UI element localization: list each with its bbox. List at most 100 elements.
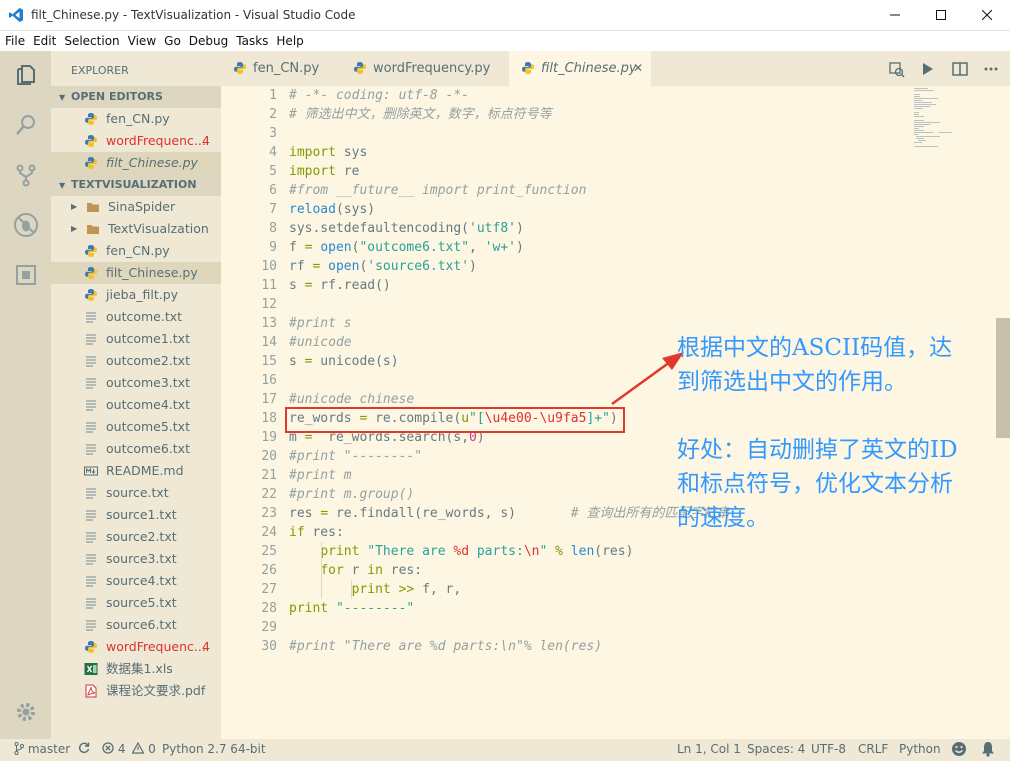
maximize-button[interactable] xyxy=(918,0,964,30)
menu-edit[interactable]: Edit xyxy=(30,31,59,51)
file-item[interactable]: source2.txt xyxy=(51,526,221,548)
file-item[interactable]: fen_CN.py xyxy=(51,240,221,262)
code-line[interactable]: print "There are %d parts:\n" % len(res) xyxy=(289,542,633,561)
notifications-bell-icon[interactable] xyxy=(981,741,995,760)
close-tab-icon[interactable]: ✕ xyxy=(633,51,643,86)
file-item[interactable]: 数据集1.xls xyxy=(51,658,221,680)
file-item[interactable]: outcome5.txt xyxy=(51,416,221,438)
menu-help[interactable]: Help xyxy=(273,31,306,51)
file-item[interactable]: wordFrequenc... 4 xyxy=(51,636,221,658)
open-editor-item[interactable]: fen_CN.py xyxy=(51,108,221,130)
language-status[interactable]: Python xyxy=(899,742,941,756)
code-line[interactable]: #unicode xyxy=(289,333,352,352)
menu-file[interactable]: File xyxy=(2,31,28,51)
code-line[interactable]: import re xyxy=(289,162,359,181)
debug-activity[interactable] xyxy=(0,201,51,249)
file-item[interactable]: source6.txt xyxy=(51,614,221,636)
menu-tasks[interactable]: Tasks xyxy=(233,31,271,51)
code-token: res: xyxy=(304,525,344,540)
menu-go[interactable]: Go xyxy=(161,31,184,51)
encoding-status[interactable]: UTF-8 xyxy=(811,742,846,756)
code-line[interactable]: re_words = re.compile(u"[\u4e00-\u9fa5]+… xyxy=(289,409,618,428)
minimize-button[interactable] xyxy=(872,0,918,30)
source-control-activity[interactable] xyxy=(0,151,51,199)
code-line[interactable]: print "--------" xyxy=(289,599,414,618)
sync-icon[interactable] xyxy=(78,742,90,756)
scrollbar-thumb[interactable] xyxy=(996,318,1010,438)
code-line[interactable]: s = rf.read() xyxy=(289,276,391,295)
settings-activity[interactable] xyxy=(0,688,51,736)
code-line[interactable]: rf = open('source6.txt') xyxy=(289,257,477,276)
code-line[interactable]: s = unicode(s) xyxy=(289,352,399,371)
indentation-status[interactable]: Spaces: 4 xyxy=(747,742,805,756)
file-item[interactable]: outcome2.txt xyxy=(51,350,221,372)
file-item[interactable]: jieba_filt.py xyxy=(51,284,221,306)
open-changes-icon[interactable] xyxy=(889,62,905,78)
branch-status[interactable]: master xyxy=(14,741,70,756)
file-item[interactable]: outcome4.txt xyxy=(51,394,221,416)
code-line[interactable]: #print s xyxy=(289,314,352,333)
menu-selection[interactable]: Selection xyxy=(61,31,122,51)
code-line[interactable]: #print "There are %d parts:\n"% len(res) xyxy=(289,637,602,656)
open-editor-item[interactable]: wordFrequenc... 4 xyxy=(51,130,221,152)
search-activity[interactable] xyxy=(0,101,51,149)
open-editor-item[interactable]: filt_Chinese.py xyxy=(51,152,221,174)
tab-filtchinesepy[interactable]: filt_Chinese.py ✕ xyxy=(509,51,651,86)
code-line[interactable]: for r in res: xyxy=(289,561,422,580)
code-line[interactable]: reload(sys) xyxy=(289,200,375,219)
code-line[interactable]: #from __future__ import print_function xyxy=(289,181,586,200)
code-editor[interactable]: 1 2 3 4 5 6 7 8 9 10 11 12 13 14 15 16 17 18 19 20 21 22 23 24 2… xyxy=(221,86,1010,739)
cursor-position[interactable]: Ln 1, Col 1 xyxy=(677,742,741,756)
editor-scrollbar[interactable] xyxy=(996,86,1010,739)
code-line[interactable]: res = re.findall(re_words, s) # 查询出所有的匹配… xyxy=(289,504,729,523)
code-line[interactable]: m = re_words.search(s,0) xyxy=(289,428,485,447)
file-item[interactable]: filt_Chinese.py xyxy=(51,262,221,284)
file-item[interactable]: source.txt xyxy=(51,482,221,504)
code-line[interactable]: sys.setdefaultencoding('utf8') xyxy=(289,219,524,238)
run-icon[interactable] xyxy=(921,62,935,76)
file-item[interactable]: outcome.txt xyxy=(51,306,221,328)
eol-status[interactable]: CRLF xyxy=(858,742,888,756)
close-window-button[interactable] xyxy=(964,0,1010,30)
file-item[interactable]: outcome3.txt xyxy=(51,372,221,394)
file-item[interactable]: source3.txt xyxy=(51,548,221,570)
code-line[interactable]: #print "--------" xyxy=(289,447,422,466)
split-editor-icon[interactable] xyxy=(952,62,968,76)
code-line[interactable]: #unicode chinese xyxy=(289,390,414,409)
tab-wordfrequencypy[interactable]: wordFrequency.py xyxy=(341,51,509,86)
code-token: s xyxy=(289,354,305,369)
folder-item[interactable]: ▶ TextVisualzation xyxy=(51,218,221,240)
tab-fencnpy[interactable]: fen_CN.py xyxy=(221,51,341,86)
menu-debug[interactable]: Debug xyxy=(186,31,231,51)
menu-view[interactable]: View xyxy=(125,31,159,51)
folder-item[interactable]: ▶ SinaSpider xyxy=(51,196,221,218)
file-item[interactable]: outcome1.txt xyxy=(51,328,221,350)
file-label: wordFrequenc... xyxy=(106,133,206,148)
code-token: rf xyxy=(289,259,313,274)
open-editors-header[interactable]: ▼ OPEN EDITORS xyxy=(51,86,221,108)
file-item[interactable]: outcome6.txt xyxy=(51,438,221,460)
code-token: #print m xyxy=(289,468,352,483)
code-line[interactable]: import sys xyxy=(289,143,367,162)
project-header[interactable]: ▼ TEXTVISUALIZATION xyxy=(51,174,221,196)
code-line[interactable]: if res: xyxy=(289,523,344,542)
code-line[interactable]: #print m.group() xyxy=(289,485,414,504)
file-item[interactable]: source1.txt xyxy=(51,504,221,526)
code-line[interactable]: # 筛选出中文，删除英文，数字，标点符号等 xyxy=(289,105,552,124)
problems-status[interactable]: 4 0 xyxy=(102,741,156,756)
more-actions-icon[interactable] xyxy=(984,67,998,71)
code-token: res: xyxy=(382,563,423,578)
code-line[interactable]: #print m xyxy=(289,466,352,485)
interpreter-status[interactable]: Python 2.7 64-bit xyxy=(162,742,266,756)
code-line[interactable]: print >> f, r, xyxy=(289,580,462,599)
file-item[interactable]: source4.txt xyxy=(51,570,221,592)
feedback-smiley-icon[interactable] xyxy=(951,741,967,760)
file-item[interactable]: source5.txt xyxy=(51,592,221,614)
file-item[interactable]: README.md xyxy=(51,460,221,482)
explorer-activity[interactable] xyxy=(0,51,51,99)
code-line[interactable]: # -*- coding: utf-8 -*- xyxy=(289,86,469,105)
extensions-activity[interactable] xyxy=(0,251,51,299)
minimap[interactable] xyxy=(914,86,996,156)
code-line[interactable]: f = open("outcome6.txt", 'w+') xyxy=(289,238,524,257)
file-item[interactable]: 课程论文要求.pdf xyxy=(51,680,221,702)
